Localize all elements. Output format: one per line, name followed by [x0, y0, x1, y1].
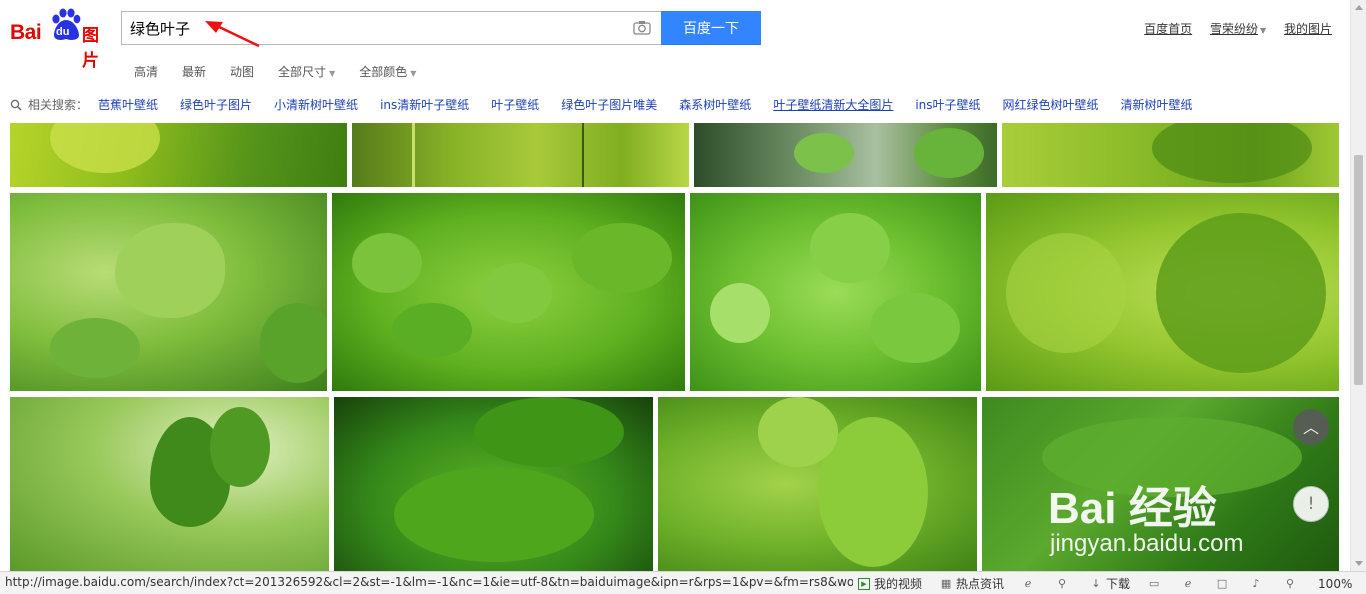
- logo-tupian-text: 图片: [82, 26, 99, 71]
- grid-icon: ▦: [940, 576, 952, 590]
- filter-size[interactable]: 全部尺寸 ▼: [278, 63, 335, 80]
- filter-hd[interactable]: 高清: [134, 63, 158, 80]
- download-item[interactable]: ↓ 下载: [1090, 575, 1130, 592]
- pin-icon[interactable]: ⚲: [1056, 577, 1072, 590]
- search-input[interactable]: [122, 12, 602, 44]
- zoom-search-icon[interactable]: ⚲: [1284, 577, 1300, 590]
- image-result[interactable]: [352, 123, 689, 187]
- search-icon: [10, 99, 22, 110]
- related-link[interactable]: 叶子壁纸清新大全图片: [773, 96, 893, 113]
- download-label: 下载: [1106, 577, 1131, 591]
- related-link[interactable]: 森系树叶壁纸: [679, 96, 751, 113]
- related-link[interactable]: 绿色叶子图片: [180, 96, 252, 113]
- image-result[interactable]: [694, 123, 997, 187]
- related-link[interactable]: ins叶子壁纸: [915, 96, 980, 113]
- hot-news-label: 热点资讯: [956, 577, 1005, 591]
- image-result[interactable]: [1002, 123, 1339, 187]
- filter-animated[interactable]: 动图: [230, 63, 254, 80]
- image-result[interactable]: [986, 193, 1339, 391]
- baidu-home-link[interactable]: 百度首页: [1144, 22, 1192, 36]
- scroll-down-icon[interactable]: [1355, 561, 1363, 566]
- feedback-button[interactable]: !: [1293, 486, 1329, 522]
- chevron-down-icon: ▼: [410, 69, 417, 78]
- chevron-down-icon: ▼: [1260, 26, 1267, 35]
- related-link[interactable]: 清新树叶壁纸: [1121, 96, 1193, 113]
- filter-latest[interactable]: 最新: [182, 63, 206, 80]
- browser-status-bar: http://image.baidu.com/search/index?ct=2…: [0, 571, 1366, 594]
- search-button[interactable]: 百度一下: [661, 11, 761, 45]
- vertical-scrollbar[interactable]: [1350, 0, 1366, 571]
- scrollbar-thumb[interactable]: [1354, 155, 1363, 385]
- image-result[interactable]: [332, 193, 685, 391]
- edge-icon[interactable]: ℯ: [1022, 577, 1038, 590]
- image-result[interactable]: [10, 397, 329, 571]
- related-link[interactable]: 芭蕉叶壁纸: [98, 96, 158, 113]
- related-link[interactable]: 小清新树叶壁纸: [274, 96, 358, 113]
- my-video-item[interactable]: ▶ 我的视频: [858, 575, 922, 592]
- related-link[interactable]: 网红绿色树叶壁纸: [1003, 96, 1099, 113]
- zoom-level[interactable]: 100%: [1318, 577, 1352, 591]
- chevron-down-icon: ▼: [329, 69, 336, 78]
- ie-icon[interactable]: ℯ: [1182, 577, 1198, 590]
- volume-icon[interactable]: ♪: [1250, 577, 1266, 590]
- image-result[interactable]: [10, 123, 347, 187]
- baidu-image-logo[interactable]: Bai du 图片: [10, 8, 112, 71]
- restore-icon[interactable]: □: [1216, 577, 1232, 590]
- filter-color[interactable]: 全部颜色 ▼: [359, 63, 416, 80]
- watermark-url: jingyan.baidu.com: [1050, 530, 1244, 557]
- image-result[interactable]: [10, 193, 327, 391]
- scroll-up-icon[interactable]: [1355, 5, 1363, 10]
- image-result[interactable]: [690, 193, 981, 391]
- related-searches: 相关搜索： 芭蕉叶壁纸 绿色叶子图片 小清新树叶壁纸 ins清新叶子壁纸 叶子壁…: [10, 96, 1215, 113]
- related-link[interactable]: ins清新叶子壁纸: [380, 96, 469, 113]
- back-to-top-button[interactable]: ︿: [1293, 409, 1329, 445]
- my-images-link[interactable]: 我的图片: [1284, 22, 1332, 36]
- header: Bai du 图片 百度一下 百度首页 雪荣纷纷▼ 我的图片 高清 最新 动图 …: [0, 0, 1350, 123]
- related-link[interactable]: 绿色叶子图片唯美: [561, 96, 657, 113]
- logo-bai-text: Bai: [10, 21, 42, 44]
- red-arrow-annotation: [205, 21, 260, 48]
- filter-size-label: 全部尺寸: [278, 65, 327, 79]
- image-result[interactable]: [334, 397, 653, 571]
- related-label: 相关搜索：: [28, 98, 89, 112]
- window-icon[interactable]: ▭: [1148, 577, 1164, 590]
- status-url: http://image.baidu.com/search/index?ct=2…: [5, 575, 853, 589]
- my-video-label: 我的视频: [874, 577, 923, 591]
- related-link[interactable]: 叶子壁纸: [491, 96, 539, 113]
- logo-du-text: du: [56, 26, 70, 38]
- watermark-brand: Bai 经验: [1048, 484, 1217, 533]
- download-icon: ↓: [1091, 576, 1101, 590]
- status-items: ▶ 我的视频 ▦ 热点资讯 ℯ ⚲ ↓ 下载 ▭ ℯ □ ♪ ⚲ 100%: [858, 575, 1366, 592]
- top-links: 百度首页 雪荣纷纷 ▼ 我的图片: [1130, 20, 1332, 37]
- image-result[interactable]: [658, 397, 977, 571]
- filter-color-label: 全部颜色: [359, 65, 408, 79]
- search-box: [121, 11, 661, 45]
- user-menu[interactable]: 雪荣纷纷: [1210, 22, 1258, 36]
- camera-icon[interactable]: [633, 20, 651, 35]
- filter-bar: 高清 最新 动图 全部尺寸 ▼ 全部颜色 ▼: [134, 63, 440, 80]
- play-icon: ▶: [858, 577, 870, 590]
- hot-news-item[interactable]: ▦ 热点资讯: [940, 575, 1004, 592]
